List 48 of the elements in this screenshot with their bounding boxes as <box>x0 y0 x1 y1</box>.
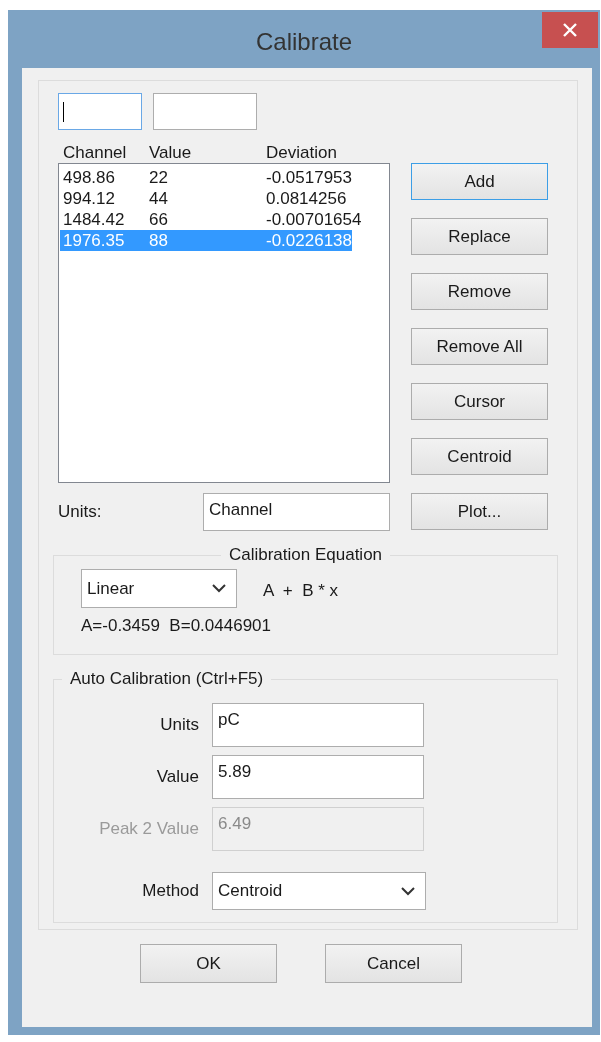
list-cell-text: 88 <box>149 230 169 251</box>
equation-type-dropdown[interactable]: Linear <box>81 569 237 608</box>
action-button[interactable]: Cursor <box>411 383 548 420</box>
close-icon <box>562 22 578 38</box>
list-row[interactable]: 498.86 22 -0.0517953 <box>60 167 353 188</box>
input-field[interactable] <box>58 93 142 130</box>
chevron-down-icon <box>401 886 415 896</box>
action-button[interactable]: Plot... <box>411 493 548 530</box>
list-cell-text: 498.86 <box>63 167 116 188</box>
window-title: Calibrate <box>255 28 352 56</box>
list-cell-text: 994.12 <box>63 188 116 209</box>
field-label: Units <box>160 715 199 735</box>
dialog-button[interactable]: Cancel <box>325 944 462 983</box>
field-label: Peak 2 Value <box>99 819 199 839</box>
column-header: Channel <box>63 143 128 163</box>
input-field[interactable]: 5.89 <box>212 755 424 799</box>
action-button[interactable]: Remove <box>411 273 548 310</box>
coefficients-text: A=-0.3459 B=0.0446901 <box>81 616 272 636</box>
method-dropdown[interactable]: Centroid <box>212 872 426 910</box>
units-label: Units: <box>58 502 102 522</box>
list-cell: 0.0814256 <box>266 188 347 209</box>
group-title: Auto Calibration (Ctrl+F5) <box>69 669 265 689</box>
input-field[interactable]: pC <box>212 703 424 747</box>
list-cell: -0.0226138 <box>266 230 353 251</box>
chevron-down-icon <box>212 584 226 593</box>
action-button[interactable]: Centroid <box>411 438 548 475</box>
units-field[interactable]: Channel <box>203 493 390 531</box>
action-button[interactable]: Add <box>411 163 548 200</box>
action-button[interactable]: Remove All <box>411 328 548 365</box>
input-field[interactable] <box>153 93 257 130</box>
list-cell: -0.0517953 <box>266 167 353 188</box>
close-button[interactable] <box>542 12 598 48</box>
field-label: Value <box>156 767 199 787</box>
list-cell-text: 44 <box>149 188 169 209</box>
list-cell-text: 22 <box>149 167 169 188</box>
list-row[interactable]: 1484.42 66 -0.00701654 <box>60 209 362 230</box>
list-cell-text: 1976.35 <box>63 230 126 251</box>
dialog-button[interactable]: OK <box>140 944 277 983</box>
list-row[interactable]: 994.12 44 0.0814256 <box>60 188 347 209</box>
list-cell-text: 1484.42 <box>63 209 126 230</box>
formula-text: A + B * x <box>263 580 339 601</box>
list-cell-text: 66 <box>149 209 169 230</box>
column-header: Value <box>149 143 193 163</box>
action-button[interactable]: Replace <box>411 218 548 255</box>
group-title: Calibration Equation <box>227 545 384 565</box>
list-cell: -0.00701654 <box>266 209 362 230</box>
column-header: Deviation <box>266 143 338 163</box>
field-label: Method <box>142 881 199 901</box>
